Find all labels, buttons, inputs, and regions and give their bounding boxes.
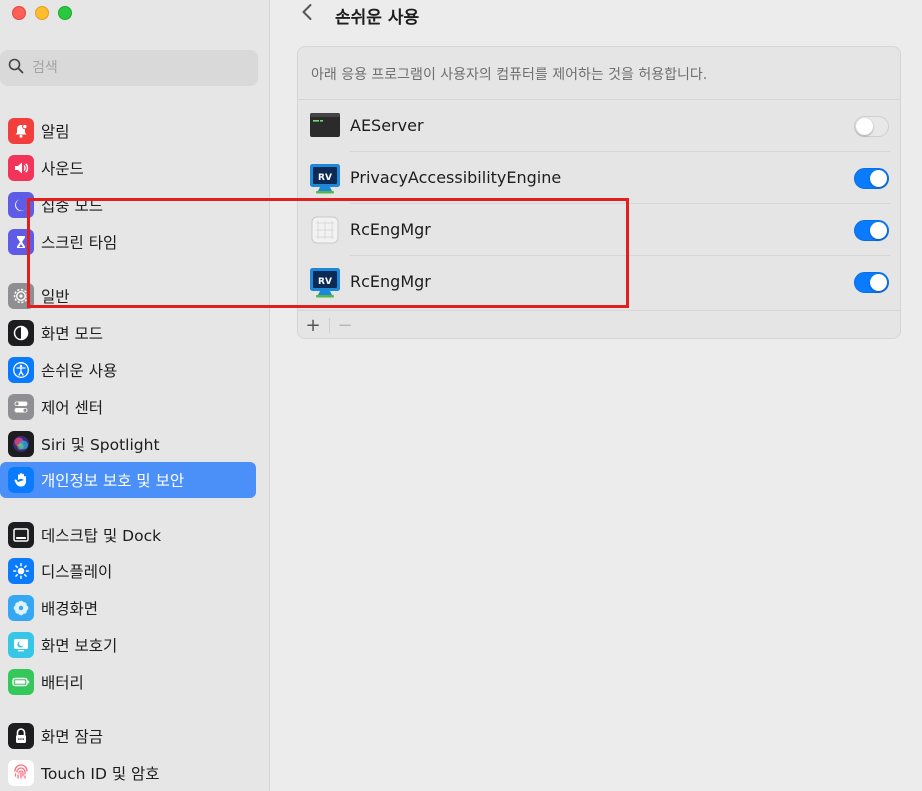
search-input[interactable] — [32, 60, 232, 76]
screensaver-icon — [8, 632, 34, 658]
battery-icon — [8, 669, 34, 695]
sidebar-item-label: 집중 모드 — [41, 197, 103, 215]
sidebar-item-focus[interactable]: 집중 모드 — [0, 187, 256, 223]
control-center-icon — [8, 394, 34, 420]
sidebar-item-label: 화면 보호기 — [41, 637, 118, 655]
minimize-window-button[interactable] — [35, 6, 49, 20]
sidebar-item-battery[interactable]: 배터리 — [0, 664, 256, 700]
sidebar-item-sound[interactable]: 사운드 — [0, 150, 256, 186]
sidebar-item-label: 일반 — [41, 288, 70, 306]
siri-icon — [8, 431, 34, 457]
app-name: RcEngMgr — [350, 220, 431, 239]
toggle-rcengmgr[interactable] — [854, 220, 889, 241]
list-item-rcengmgr: RcEngMgr — [298, 204, 900, 256]
svg-text:RV: RV — [318, 277, 332, 287]
moon-icon — [8, 192, 34, 218]
search-icon — [8, 58, 24, 78]
list-item-privacyaccessibilityengine: RV PrivacyAccessibilityEngine — [298, 152, 900, 204]
blank-app-icon — [309, 214, 341, 246]
list-footer: + − — [298, 310, 900, 338]
sidebar-item-touch-id[interactable]: Touch ID 및 암호 — [0, 755, 256, 791]
sidebar-item-label: 손쉬운 사용 — [41, 362, 118, 380]
sidebar-item-label: 사운드 — [41, 160, 84, 178]
sidebar-item-label: 알림 — [41, 123, 70, 141]
dock-icon — [8, 522, 34, 548]
sidebar-item-siri-spotlight[interactable]: Siri 및 Spotlight — [0, 426, 256, 462]
app-name: RcEngMgr — [350, 272, 431, 291]
rv-monitor-icon: RV — [309, 266, 341, 298]
sidebar-item-appearance[interactable]: 화면 모드 — [0, 315, 256, 351]
sidebar-item-screen-saver[interactable]: 화면 보호기 — [0, 627, 256, 663]
sidebar-item-wallpaper[interactable]: 배경화면 — [0, 590, 256, 626]
sidebar-item-label: 배터리 — [41, 674, 84, 692]
sidebar-item-label: 제어 센터 — [41, 399, 103, 417]
sidebar-item-general[interactable]: 일반 — [0, 278, 256, 314]
sidebar-item-label: Touch ID 및 암호 — [41, 765, 160, 783]
toggle-privacyaccessibilityengine[interactable] — [854, 168, 889, 189]
sidebar-item-lock-screen[interactable]: 화면 잠금 — [0, 718, 256, 754]
accessibility-icon — [8, 357, 34, 383]
sidebar-item-desktop-dock[interactable]: 데스크탑 및 Dock — [0, 517, 256, 553]
list-description: 아래 응용 프로그램이 사용자의 컴퓨터를 제어하는 것을 허용합니다. — [311, 67, 708, 83]
app-name: PrivacyAccessibilityEngine — [350, 168, 562, 187]
sidebar-item-displays[interactable]: 디스플레이 — [0, 553, 256, 589]
close-window-button[interactable] — [12, 6, 26, 20]
sidebar-item-label: 배경화면 — [41, 600, 99, 618]
back-button[interactable] — [297, 2, 317, 26]
main-content: 손쉬운 사용 아래 응용 프로그램이 사용자의 컴퓨터를 제어하는 것을 허용합… — [271, 0, 922, 791]
svg-text:RV: RV — [318, 173, 332, 183]
hourglass-icon — [8, 229, 34, 255]
sidebar-item-screen-time[interactable]: 스크린 타임 — [0, 224, 256, 260]
gear-icon — [8, 283, 34, 309]
chevron-left-icon — [301, 2, 313, 26]
app-permission-list: 아래 응용 프로그램이 사용자의 컴퓨터를 제어하는 것을 허용합니다. AES… — [297, 46, 901, 339]
speaker-icon — [8, 155, 34, 181]
add-button[interactable]: + — [298, 311, 328, 339]
app-name: AEServer — [350, 116, 424, 135]
window-controls — [12, 6, 72, 20]
appearance-icon — [8, 320, 34, 346]
sidebar-item-privacy-security[interactable]: 개인정보 보호 및 보안 — [0, 462, 256, 498]
sidebar-item-label: 데스크탑 및 Dock — [41, 527, 162, 545]
bell-icon — [8, 118, 34, 144]
lock-icon — [8, 723, 34, 749]
sidebar-item-label: 개인정보 보호 및 보안 — [41, 472, 185, 490]
toggle-aeserver[interactable] — [854, 116, 889, 137]
sidebar-item-label: 화면 모드 — [41, 325, 103, 343]
list-item-rcengmgr-rv: RV RcEngMgr — [298, 256, 900, 308]
sidebar-item-label: 디스플레이 — [41, 563, 113, 581]
sidebar: 알림 사운드 집중 모드 스크린 타임 일반 화면 모드 손쉬운 사 — [0, 0, 270, 791]
sidebar-item-label: 스크린 타임 — [41, 234, 118, 252]
toggle-rcengmgr-rv[interactable] — [854, 272, 889, 293]
search-field[interactable] — [0, 50, 258, 86]
sidebar-item-label: Siri 및 Spotlight — [41, 436, 160, 454]
sun-icon — [8, 558, 34, 584]
page-title: 손쉬운 사용 — [335, 8, 420, 28]
sidebar-item-label: 화면 잠금 — [41, 728, 103, 746]
rv-monitor-icon: RV — [309, 162, 341, 194]
terminal-app-icon — [309, 110, 341, 142]
sidebar-item-notifications[interactable]: 알림 — [0, 113, 256, 149]
sidebar-item-accessibility[interactable]: 손쉬운 사용 — [0, 352, 256, 388]
remove-button[interactable]: − — [330, 311, 360, 339]
sidebar-item-control-center[interactable]: 제어 센터 — [0, 389, 256, 425]
hand-icon — [8, 467, 34, 493]
zoom-window-button[interactable] — [58, 6, 72, 20]
flower-icon — [8, 595, 34, 621]
list-item-aeserver: AEServer — [298, 100, 900, 152]
fingerprint-icon — [8, 760, 34, 786]
